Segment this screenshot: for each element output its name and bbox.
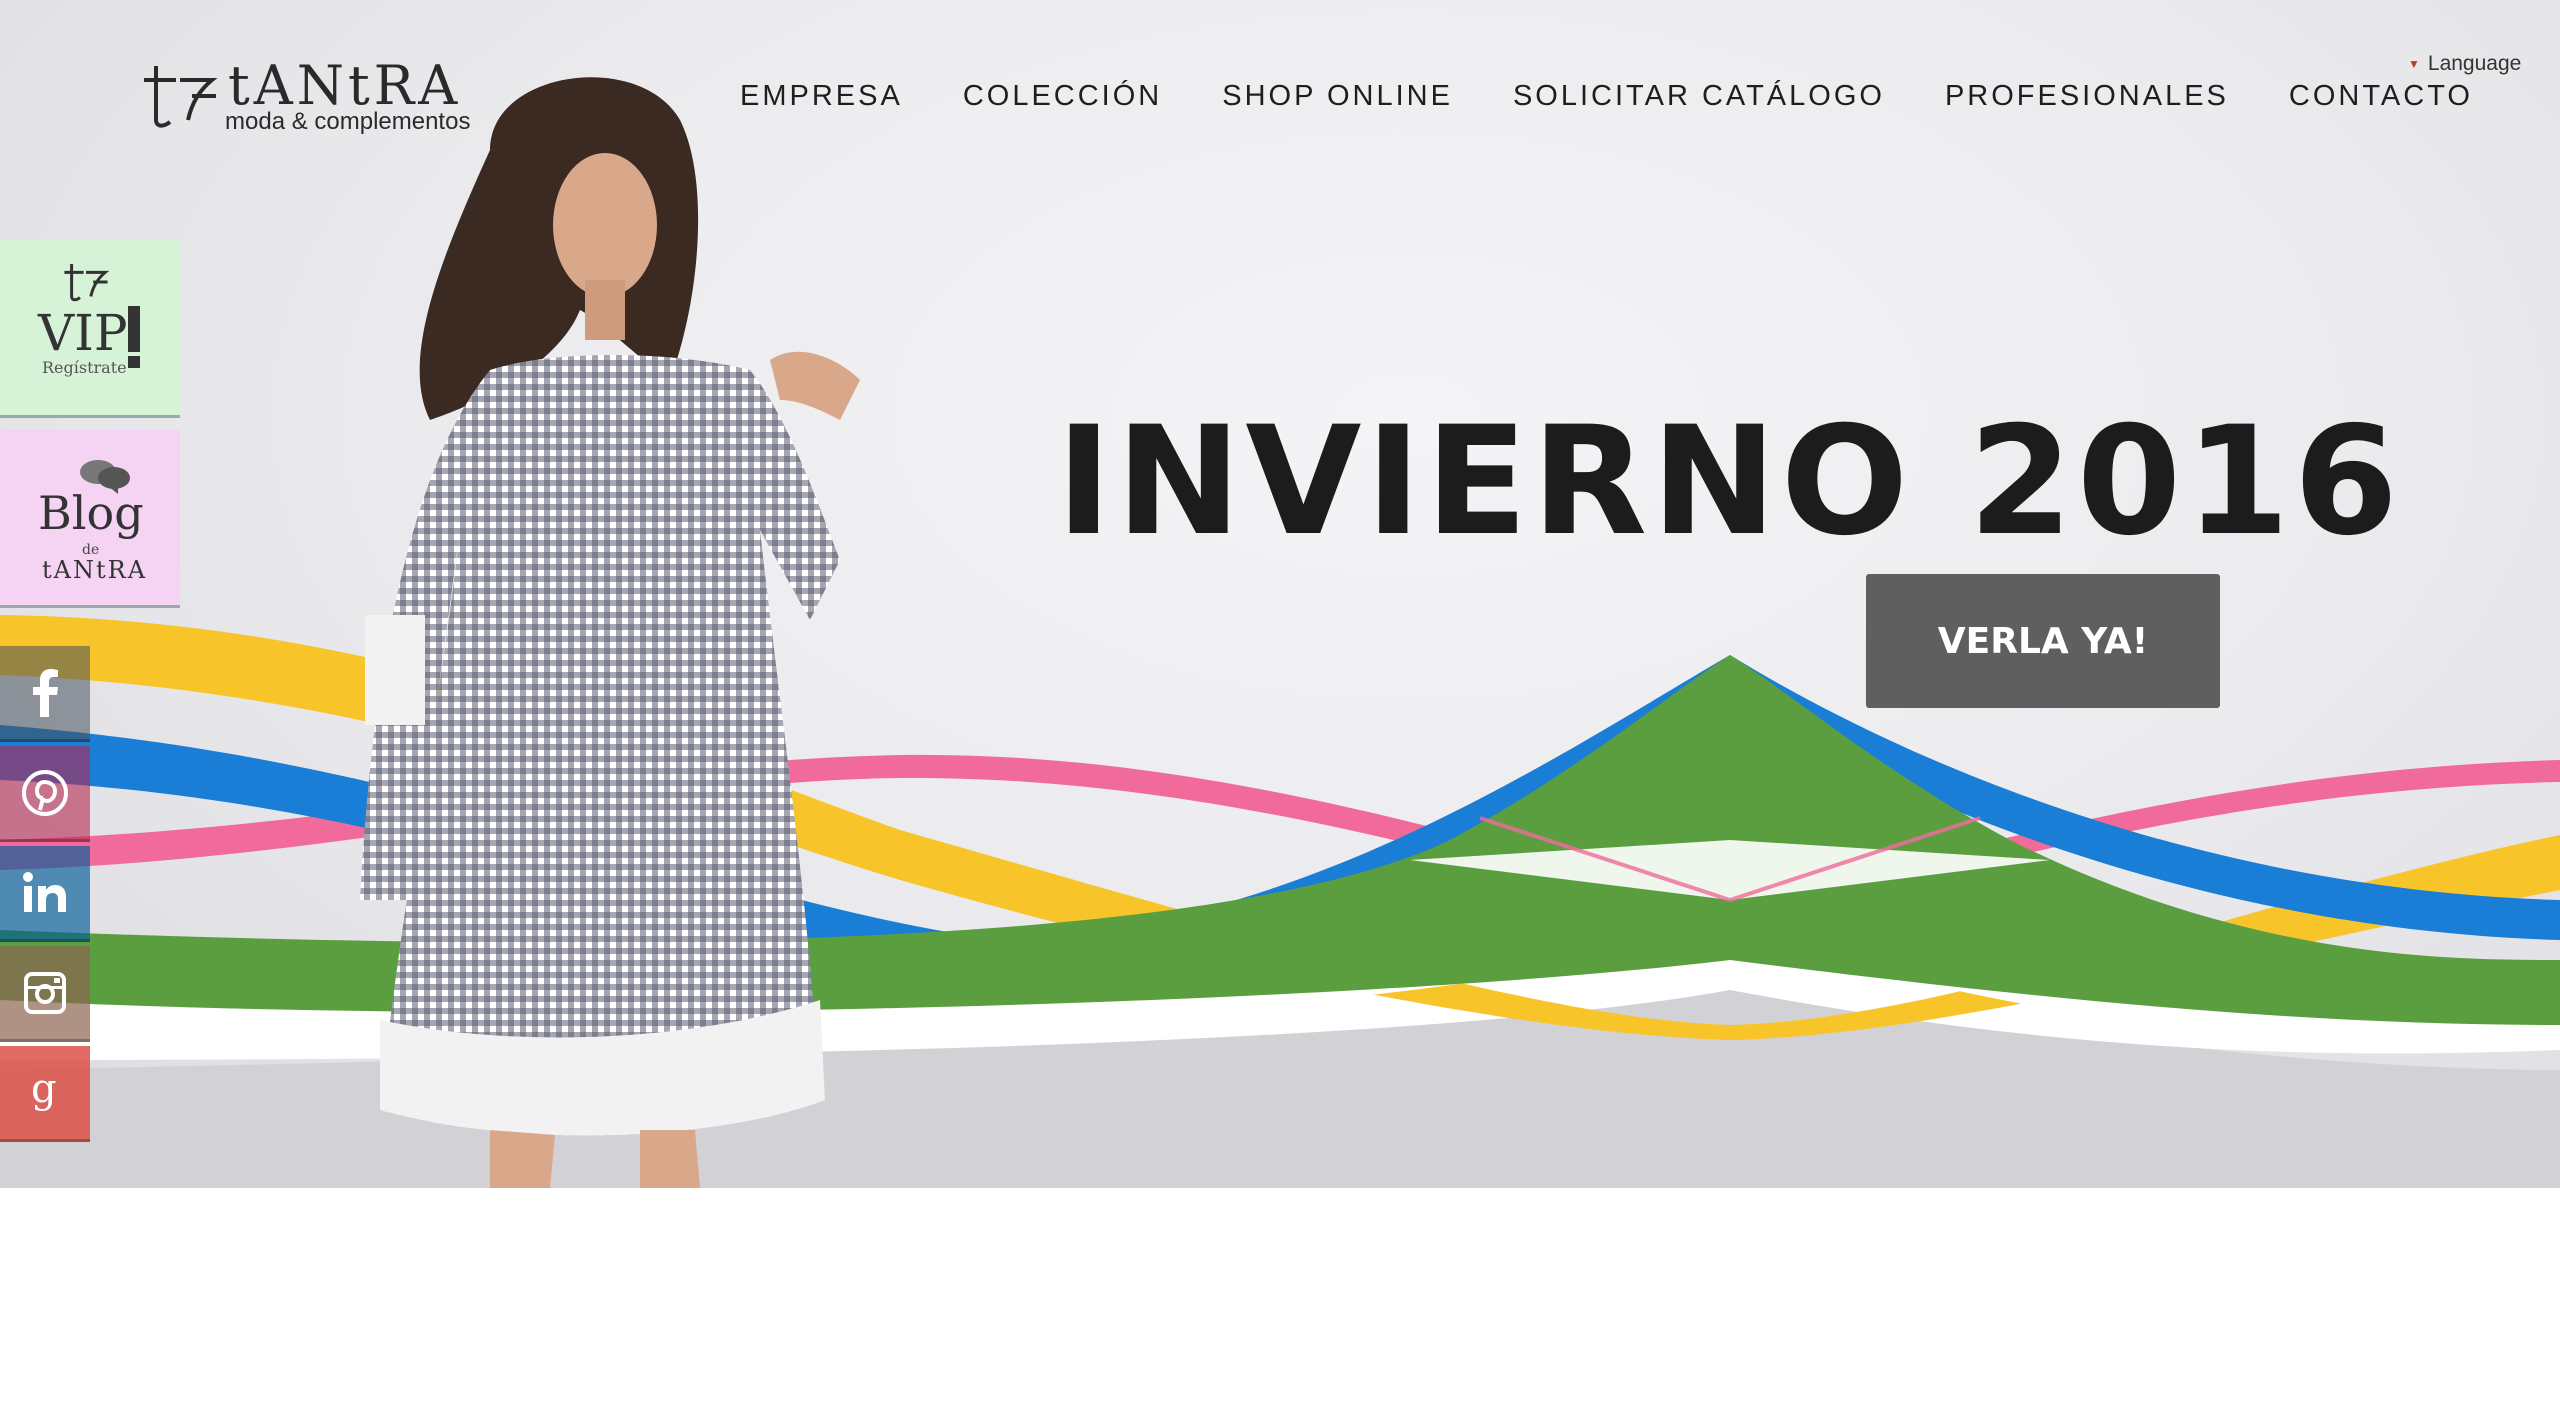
googleplus-icon: g (31, 1068, 57, 1112)
nav-item-shop-online[interactable]: SHOP ONLINE (1222, 80, 1453, 120)
blog-brand: tANtRA (42, 556, 148, 584)
language-label: Language (2427, 52, 2522, 75)
linkedin-icon (23, 871, 66, 912)
svg-text:g: g (31, 1068, 57, 1112)
googleplus-link[interactable]: g (0, 1046, 90, 1142)
hero-headline: INVIERNO 2016 (1056, 395, 2402, 569)
model-image (360, 77, 860, 1188)
verla-ya-button[interactable]: VERLA YA! (1866, 574, 2220, 708)
pinterest-link[interactable] (0, 746, 90, 842)
main-nav: EMPRESA COLECCIÓN SHOP ONLINE SOLICITAR … (740, 80, 2533, 120)
exclamation-icon (128, 306, 140, 352)
instagram-link[interactable] (0, 946, 90, 1042)
vip-subtitle: Regístrate (42, 358, 127, 377)
vip-register-widget[interactable]: VIP Regístrate (0, 240, 180, 418)
caret-down-icon: ▼ (2408, 57, 2420, 71)
brand-logo[interactable]: tANtRA moda & complementos (140, 54, 500, 138)
pinterest-icon (22, 769, 68, 816)
brand-tagline: moda & complementos (225, 108, 471, 135)
nav-item-profesionales[interactable]: PROFESIONALES (1945, 80, 2229, 120)
vip-title: VIP (38, 304, 128, 362)
facebook-link[interactable] (0, 646, 90, 742)
nav-item-coleccion[interactable]: COLECCIÓN (963, 80, 1162, 120)
blog-widget[interactable]: Blog de tANtRA (0, 430, 180, 608)
tantra-logo-icon (144, 66, 218, 128)
nav-item-contacto[interactable]: CONTACTO (2289, 80, 2473, 120)
language-selector[interactable]: ▼ Language (2408, 52, 2521, 76)
blog-title: Blog (38, 486, 144, 540)
facebook-icon (33, 668, 58, 717)
nav-item-empresa[interactable]: EMPRESA (740, 80, 903, 120)
linkedin-link[interactable] (0, 846, 90, 942)
instagram-icon (24, 971, 66, 1014)
tantra-logo-icon (64, 264, 110, 302)
nav-item-solicitar-catalogo[interactable]: SOLICITAR CATÁLOGO (1513, 80, 1885, 120)
